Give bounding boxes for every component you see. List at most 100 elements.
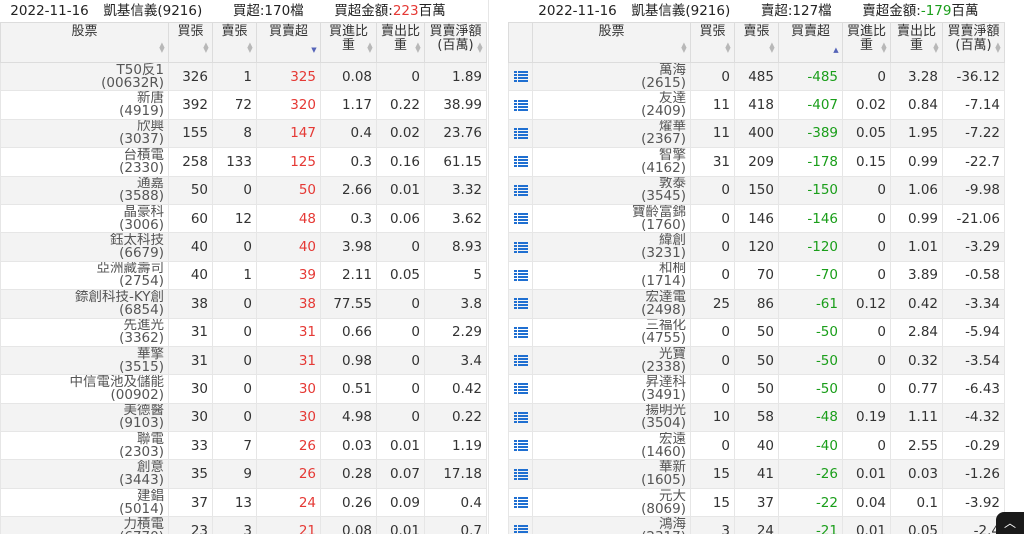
list-icon[interactable] <box>513 411 528 423</box>
col-header-sell-lots[interactable]: 賣張 ▲ ▼ <box>212 22 257 63</box>
col-header-net[interactable]: 買賣超 ▼ <box>256 22 321 63</box>
stock-cell[interactable]: 宏遠 (1460) <box>532 431 691 461</box>
table-row[interactable]: 宏遠 (1460) 0 40 -40 0 2.55 -0.29 <box>508 431 1005 461</box>
list-icon[interactable] <box>513 156 528 168</box>
table-row[interactable]: 揚明光 (3504) 10 58 -48 0.19 1.11 -4.32 <box>508 402 1005 433</box>
table-row[interactable]: 通嘉 (3588) 50 0 50 2.66 0.01 3.32 <box>0 175 487 205</box>
stock-cell[interactable]: 光寶 (2338) <box>532 345 691 376</box>
table-row[interactable]: 欣興 (3037) 155 8 147 0.4 0.02 23.76 <box>0 118 487 149</box>
table-row[interactable]: 力積電(6770)233210.080.010.7 <box>0 516 487 534</box>
row-list-cell[interactable] <box>508 459 533 489</box>
row-list-cell[interactable] <box>508 260 533 291</box>
table-row[interactable]: 友達 (2409) 11 418 -407 0.02 0.84 -7.14 <box>508 90 1005 120</box>
stock-cell[interactable]: 華新 (1605) <box>532 459 691 489</box>
table-row[interactable]: 創意 (3443) 35 9 26 0.28 0.07 17.18 <box>0 459 487 489</box>
col-header-buy-ratio[interactable]: 買進比重 ▲ ▼ <box>842 22 891 63</box>
table-row[interactable]: 華新 (1605) 15 41 -26 0.01 0.03 -1.26 <box>508 459 1005 489</box>
stock-cell[interactable]: 敦泰 (3545) <box>532 175 691 205</box>
table-row[interactable]: T50反1 (00632R) 326 1 325 0.08 0 1.89 <box>0 61 487 92</box>
table-row[interactable]: 三福化 (4755) 0 50 -50 0 2.84 -5.94 <box>508 317 1005 347</box>
table-row[interactable]: 先進光 (3362) 31 0 31 0.66 0 2.29 <box>0 317 487 347</box>
list-icon[interactable] <box>513 99 528 111</box>
stock-cell[interactable]: 寶齡富錦 (1760) <box>532 203 691 234</box>
list-icon[interactable] <box>513 440 528 452</box>
row-list-cell[interactable] <box>508 431 533 461</box>
table-row[interactable]: 萬海 (2615) 0 485 -485 0 3.28 -36.12 <box>508 61 1005 92</box>
list-icon[interactable] <box>513 71 528 83</box>
stock-cell[interactable]: 智擎 (4162) <box>532 147 691 177</box>
table-row[interactable]: 昇達科 (3491) 0 50 -50 0 0.77 -6.43 <box>508 374 1005 404</box>
stock-cell[interactable]: 台積電 (2330) <box>0 147 169 177</box>
stock-cell[interactable]: T50反1 (00632R) <box>0 61 169 92</box>
list-icon[interactable] <box>513 184 528 196</box>
table-row[interactable]: 緯創 (3231) 0 120 -120 0 1.01 -3.29 <box>508 232 1005 262</box>
row-list-cell[interactable] <box>508 374 533 404</box>
table-row[interactable]: 晶豪科 (3006) 60 12 48 0.3 0.06 3.62 <box>0 203 487 234</box>
stock-cell[interactable]: 亞洲藏壽司 (2754) <box>0 260 169 291</box>
col-header-buy-lots[interactable]: 買張 ▲ ▼ <box>690 22 735 63</box>
stock-cell[interactable]: 和桐 (1714) <box>532 260 691 291</box>
table-row[interactable]: 新唐 (4919) 392 72 320 1.17 0.22 38.99 <box>0 90 487 120</box>
stock-cell[interactable]: 揚明光 (3504) <box>532 402 691 433</box>
table-row[interactable]: 美德醫 (9103) 30 0 30 4.98 0 0.22 <box>0 402 487 433</box>
table-row[interactable]: 鈺太科技 (6679) 40 0 40 3.98 0 8.93 <box>0 232 487 262</box>
row-list-cell[interactable] <box>508 203 533 234</box>
table-row[interactable]: 和桐 (1714) 0 70 -70 0 3.89 -0.58 <box>508 260 1005 291</box>
col-header-stock[interactable]: 股票 ▲ ▼ <box>532 22 691 63</box>
col-header-net[interactable]: 買賣超 ▲ <box>778 22 843 63</box>
row-list-cell[interactable] <box>508 61 533 92</box>
stock-cell[interactable]: 聯電 (2303) <box>0 431 169 461</box>
stock-cell[interactable]: 友達 (2409) <box>532 90 691 120</box>
row-list-cell[interactable] <box>508 516 533 534</box>
stock-cell[interactable]: 宏達電 (2498) <box>532 289 691 319</box>
list-icon[interactable] <box>513 269 528 281</box>
stock-cell[interactable]: 燿華 (2367) <box>532 118 691 149</box>
table-row[interactable]: 華擎 (3515) 31 0 31 0.98 0 3.4 <box>0 345 487 376</box>
list-icon[interactable] <box>513 127 528 139</box>
stock-cell[interactable]: 建錩 (5014) <box>0 487 169 518</box>
stock-cell[interactable]: 緯創 (3231) <box>532 232 691 262</box>
table-row[interactable]: 聯電 (2303) 33 7 26 0.03 0.01 1.19 <box>0 431 487 461</box>
stock-cell[interactable]: 鈺太科技 (6679) <box>0 232 169 262</box>
row-list-cell[interactable] <box>508 175 533 205</box>
table-row[interactable]: 智擎 (4162) 31 209 -178 0.15 0.99 -22.7 <box>508 147 1005 177</box>
stock-cell[interactable]: 新唐 (4919) <box>0 90 169 120</box>
table-row[interactable]: 錼創科技-KY創 (6854) 38 0 38 77.55 0 3.8 <box>0 289 487 319</box>
col-header-buy-ratio[interactable]: 買進比重 ▲ ▼ <box>320 22 377 63</box>
col-header-sell-ratio[interactable]: 賣出比重 ▲ ▼ <box>890 22 943 63</box>
list-icon[interactable] <box>513 298 528 310</box>
table-row[interactable]: 中信電池及儲能 (00902) 30 0 30 0.51 0 0.42 <box>0 374 487 404</box>
stock-cell[interactable]: 鴻海(2317) <box>532 516 691 534</box>
list-icon[interactable] <box>513 213 528 225</box>
row-list-cell[interactable] <box>508 118 533 149</box>
list-icon[interactable] <box>513 383 528 395</box>
row-list-cell[interactable] <box>508 232 533 262</box>
stock-cell[interactable]: 晶豪科 (3006) <box>0 203 169 234</box>
stock-cell[interactable]: 中信電池及儲能 (00902) <box>0 374 169 404</box>
row-list-cell[interactable] <box>508 147 533 177</box>
stock-cell[interactable]: 欣興 (3037) <box>0 118 169 149</box>
stock-cell[interactable]: 昇達科 (3491) <box>532 374 691 404</box>
stock-cell[interactable]: 美德醫 (9103) <box>0 402 169 433</box>
list-icon[interactable] <box>513 326 528 338</box>
col-header-net-amount[interactable]: 買賣淨額(百萬) ▲ ▼ <box>424 22 487 63</box>
table-row[interactable]: 敦泰 (3545) 0 150 -150 0 1.06 -9.98 <box>508 175 1005 205</box>
table-row[interactable]: 宏達電 (2498) 25 86 -61 0.12 0.42 -3.34 <box>508 289 1005 319</box>
table-row[interactable]: 元大 (8069) 15 37 -22 0.04 0.1 -3.92 <box>508 487 1005 518</box>
table-row[interactable]: 亞洲藏壽司 (2754) 40 1 39 2.11 0.05 5 <box>0 260 487 291</box>
table-row[interactable]: 寶齡富錦 (1760) 0 146 -146 0 0.99 -21.06 <box>508 203 1005 234</box>
table-row[interactable]: 燿華 (2367) 11 400 -389 0.05 1.95 -7.22 <box>508 118 1005 149</box>
list-icon[interactable] <box>513 497 528 509</box>
row-list-cell[interactable] <box>508 289 533 319</box>
stock-cell[interactable]: 通嘉 (3588) <box>0 175 169 205</box>
stock-cell[interactable]: 華擎 (3515) <box>0 345 169 376</box>
table-row[interactable]: 光寶 (2338) 0 50 -50 0 0.32 -3.54 <box>508 345 1005 376</box>
list-icon[interactable] <box>513 241 528 253</box>
stock-cell[interactable]: 創意 (3443) <box>0 459 169 489</box>
row-list-cell[interactable] <box>508 90 533 120</box>
stock-cell[interactable]: 元大 (8069) <box>532 487 691 518</box>
col-header-sell-lots[interactable]: 賣張 ▲ ▼ <box>734 22 779 63</box>
stock-cell[interactable]: 錼創科技-KY創 (6854) <box>0 289 169 319</box>
stock-cell[interactable]: 萬海 (2615) <box>532 61 691 92</box>
row-list-cell[interactable] <box>508 402 533 433</box>
